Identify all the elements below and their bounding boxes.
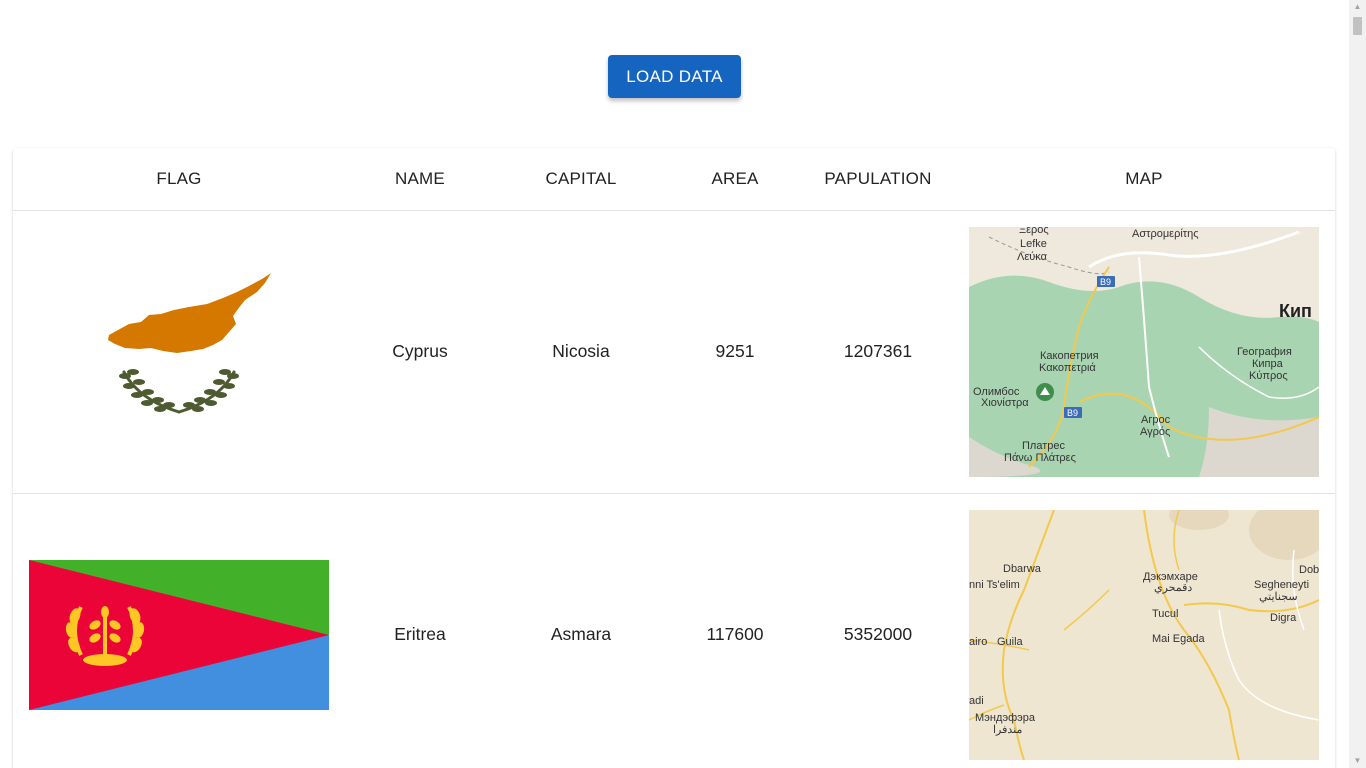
table-row: Cyprus Nicosia 9251 1207361 B9 B9 Ξερος … [13, 210, 1335, 494]
page: LOAD DATA FLAG NAME CAPITAL AREA PAPULAT… [0, 0, 1349, 768]
cell-capital: Asmara [550, 624, 612, 644]
countries-table: FLAG NAME CAPITAL AREA PAPULATION MAP Cy… [13, 148, 1335, 768]
svg-text:adi: adi [969, 695, 984, 707]
load-data-button[interactable]: LOAD DATA [608, 55, 741, 98]
svg-text:Αστρομερίτης: Αστρομερίτης [1132, 228, 1199, 240]
eritrea-flag-icon [29, 559, 329, 710]
flag-cell [29, 210, 329, 493]
svg-text:سجنايتي: سجنايتي [1259, 591, 1298, 603]
header-flag: FLAG [156, 169, 202, 188]
cyprus-flag-icon [29, 251, 329, 452]
cell-capital: Nicosia [552, 341, 610, 361]
svg-text:Segheneyti: Segheneyti [1254, 579, 1309, 591]
svg-text:Λεύκα: Λεύκα [1017, 251, 1048, 263]
svg-text:Πάνω Πλάτρες: Πάνω Πλάτρες [1004, 452, 1076, 464]
svg-text:Κύπρος: Κύπρος [1249, 370, 1288, 382]
table-row: Eritrea Asmara 117600 5352000 Dbarwa nni… [13, 493, 1335, 768]
svg-text:nni Ts'elim: nni Ts'elim [969, 579, 1020, 591]
eritrea-map[interactable]: Dbarwa nni Ts'elim Дэкэмхаре دقمحري Tucu… [969, 510, 1319, 760]
svg-text:Guila: Guila [997, 636, 1024, 648]
map-route-badge: B9 [1064, 407, 1082, 418]
cyprus-map[interactable]: B9 B9 Ξερος Lefke Λεύκα Αστρομερίτης Кип… [969, 227, 1319, 477]
svg-text:Кип: Кип [1279, 301, 1312, 321]
svg-text:B9: B9 [1100, 277, 1111, 287]
svg-text:مندفرا: مندفرا [993, 724, 1022, 736]
svg-text:B9: B9 [1067, 408, 1078, 418]
map-image: Dbarwa nni Ts'elim Дэкэмхаре دقمحري Tucu… [969, 510, 1319, 760]
scroll-down-arrow-icon[interactable]: ▼ [1349, 754, 1366, 768]
svg-text:Платрес: Платрес [1022, 440, 1065, 452]
vertical-scrollbar[interactable]: ▲ ▼ [1349, 0, 1366, 768]
cell-area: 9251 [715, 341, 755, 361]
header-population: PAPULATION [824, 169, 932, 188]
cell-name: Eritrea [394, 624, 446, 644]
svg-text:Ξερος: Ξερος [1019, 227, 1049, 236]
svg-text:Какопетрия: Какопетрия [1040, 350, 1099, 362]
svg-text:География: География [1237, 346, 1292, 358]
header-capital: CAPITAL [545, 169, 617, 188]
svg-text:دقمحري: دقمحري [1154, 582, 1192, 594]
header-map: MAP [1125, 169, 1163, 188]
svg-text:Digra: Digra [1270, 612, 1297, 624]
scroll-thumb[interactable] [1353, 17, 1362, 35]
svg-text:Αγρός: Αγρός [1140, 426, 1170, 438]
scroll-up-arrow-icon[interactable]: ▲ [1349, 0, 1366, 14]
svg-text:Lefke: Lefke [1020, 238, 1047, 250]
svg-text:Мэндэфэра: Мэндэфэра [975, 712, 1036, 724]
svg-text:Dob: Dob [1299, 564, 1319, 576]
table-header: FLAG NAME CAPITAL AREA PAPULATION MAP [13, 148, 1335, 211]
cell-population: 5352000 [843, 624, 913, 644]
svg-text:Χιονίστρα: Χιονίστρα [981, 397, 1029, 409]
cell-area: 117600 [706, 624, 764, 644]
svg-text:Кипра: Кипра [1252, 358, 1284, 370]
svg-text:Dbarwa: Dbarwa [1003, 563, 1042, 575]
cell-name: Cyprus [392, 341, 448, 361]
svg-text:airo: airo [969, 636, 987, 648]
svg-text:Κακοπετριά: Κακοπετριά [1039, 362, 1096, 374]
header-area: AREA [711, 169, 759, 188]
cell-population: 1207361 [843, 341, 913, 361]
map-route-badge: B9 [1097, 276, 1115, 287]
header-name: NAME [395, 169, 445, 188]
flag-cell [29, 493, 329, 768]
svg-text:Агрос: Агрос [1141, 414, 1171, 426]
svg-text:Mai Egada: Mai Egada [1152, 633, 1205, 645]
map-image: B9 B9 Ξερος Lefke Λεύκα Αστρομερίτης Кип… [969, 227, 1319, 477]
svg-text:Tucul: Tucul [1152, 608, 1179, 620]
